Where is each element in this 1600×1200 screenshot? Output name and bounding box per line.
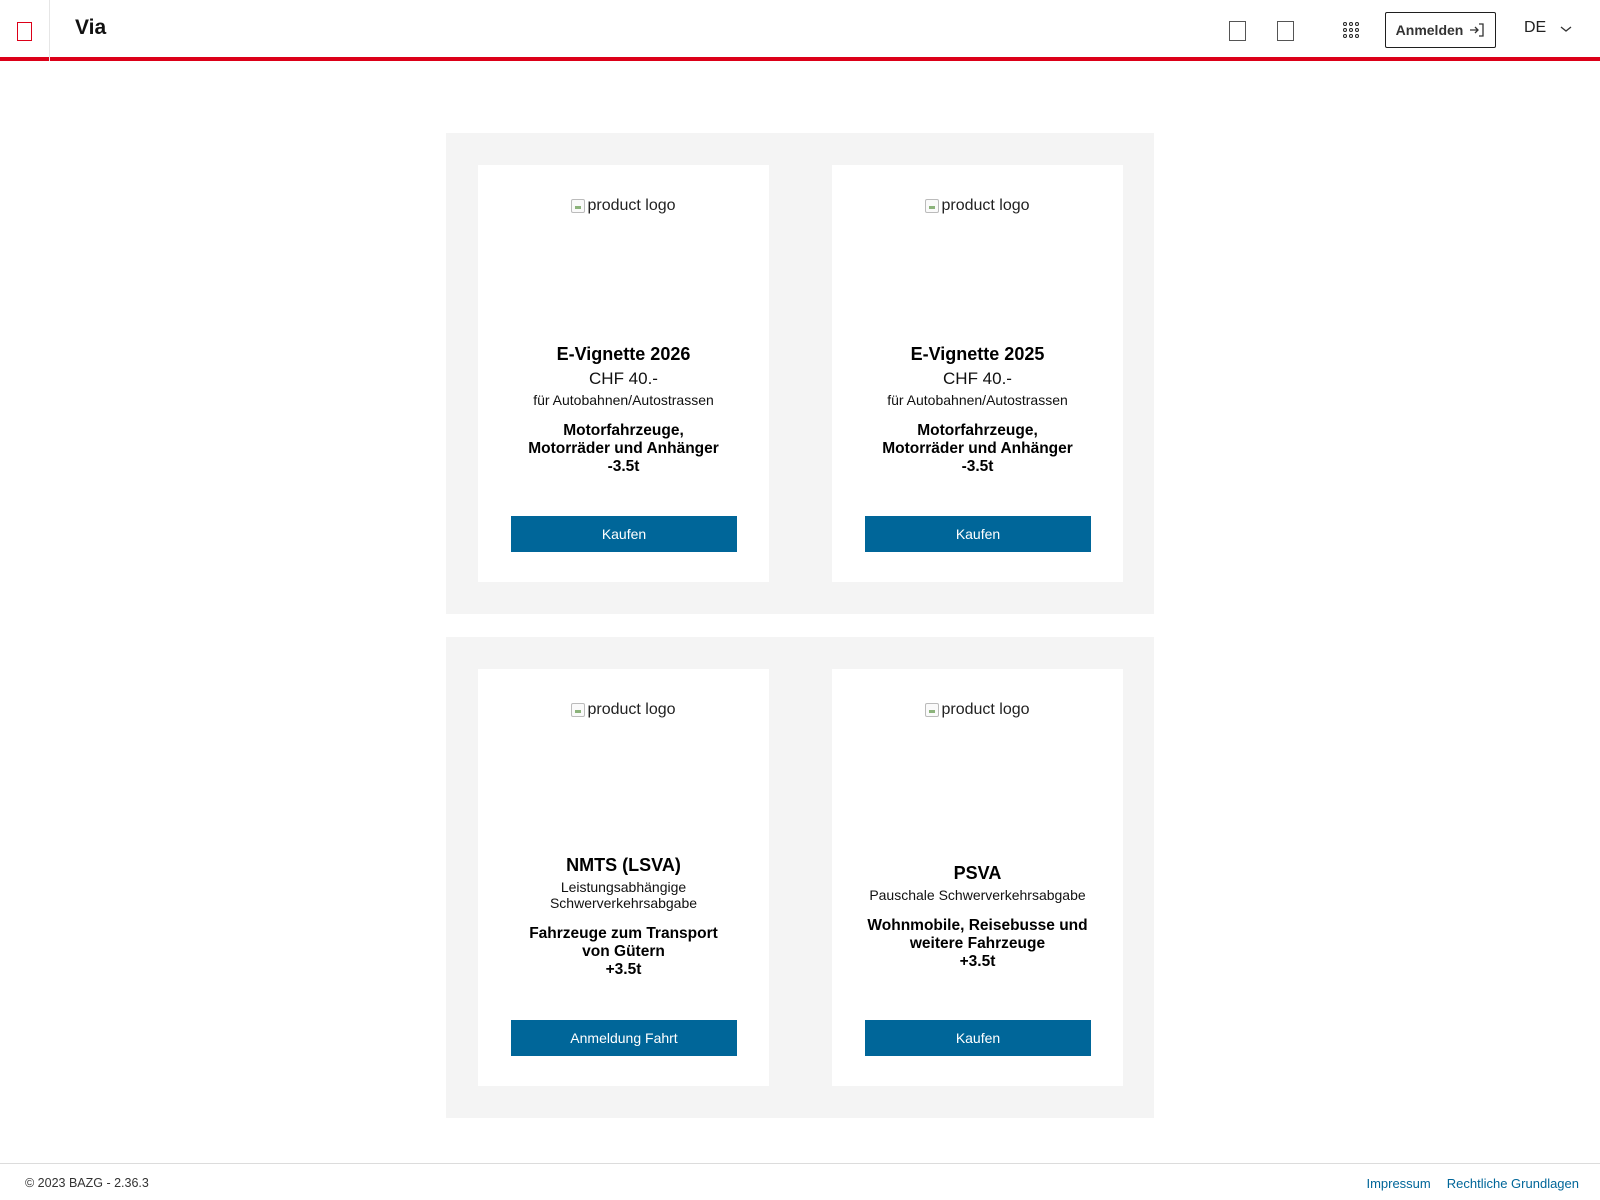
chevron-down-icon bbox=[1560, 20, 1572, 32]
product-card: product logo E-Vignette 2026 CHF 40.- fü… bbox=[478, 165, 769, 582]
login-label: Anmelden bbox=[1395, 22, 1464, 38]
product-title: E-Vignette 2026 bbox=[556, 344, 691, 364]
broken-image-icon bbox=[925, 703, 940, 717]
square-icon[interactable] bbox=[1229, 21, 1246, 41]
language-selector[interactable]: DE bbox=[1524, 19, 1572, 37]
product-vehicles: Fahrzeuge zum Transport von Gütern +3.5t bbox=[529, 925, 718, 978]
footer-links: Impressum Rechtliche Grundlagen bbox=[1366, 1176, 1579, 1191]
product-group-vignettes: product logo E-Vignette 2026 CHF 40.- fü… bbox=[446, 133, 1154, 614]
language-label: DE bbox=[1524, 19, 1547, 36]
product-subtitle: Pauschale Schwerverkehrsabgabe bbox=[869, 887, 1086, 903]
product-card: product logo NMTS (LSVA) Leistungsabhäng… bbox=[478, 669, 769, 1086]
broken-image-icon bbox=[925, 199, 940, 213]
product-subtitle: für Autobahnen/Autostrassen bbox=[533, 392, 714, 408]
product-group-heavy-vehicles: product logo NMTS (LSVA) Leistungsabhäng… bbox=[446, 637, 1154, 1118]
product-logo: product logo bbox=[832, 701, 1123, 719]
login-arrow-icon bbox=[1469, 23, 1485, 37]
buy-button[interactable]: Kaufen bbox=[511, 516, 737, 552]
brand-placeholder-icon bbox=[17, 22, 32, 41]
product-vehicles: Motorfahrzeuge, Motorräder und Anhänger … bbox=[528, 422, 719, 475]
product-subtitle: für Autobahnen/Autostrassen bbox=[887, 392, 1068, 408]
square-icon[interactable] bbox=[1277, 21, 1294, 41]
product-price: CHF 40.- bbox=[589, 369, 658, 388]
brand-logo-area[interactable] bbox=[0, 0, 50, 61]
app-title: Via bbox=[75, 16, 107, 39]
register-trip-button[interactable]: Anmeldung Fahrt bbox=[511, 1020, 737, 1056]
product-logo: product logo bbox=[478, 197, 769, 215]
impressum-link[interactable]: Impressum bbox=[1366, 1176, 1430, 1191]
broken-image-icon bbox=[571, 703, 586, 717]
broken-image-icon bbox=[571, 199, 586, 213]
login-button[interactable]: Anmelden bbox=[1385, 12, 1496, 48]
buy-button[interactable]: Kaufen bbox=[865, 516, 1091, 552]
product-price: CHF 40.- bbox=[943, 369, 1012, 388]
product-title: PSVA bbox=[953, 863, 1002, 883]
product-vehicles: Wohnmobile, Reisebusse und weitere Fahrz… bbox=[867, 917, 1088, 970]
product-logo: product logo bbox=[478, 701, 769, 719]
legal-basis-link[interactable]: Rechtliche Grundlagen bbox=[1447, 1176, 1579, 1191]
apps-grid-icon[interactable] bbox=[1343, 22, 1359, 38]
copyright-text: © 2023 BAZG - 2.36.3 bbox=[25, 1176, 149, 1190]
product-title: E-Vignette 2025 bbox=[910, 344, 1045, 364]
product-card: product logo PSVA Pauschale Schwerverkeh… bbox=[832, 669, 1123, 1086]
top-header: Via Anmelden DE bbox=[0, 0, 1600, 61]
product-logo: product logo bbox=[832, 197, 1123, 215]
product-vehicles: Motorfahrzeuge, Motorräder und Anhänger … bbox=[882, 422, 1073, 475]
page-footer: © 2023 BAZG - 2.36.3 Impressum Rechtlich… bbox=[0, 1163, 1600, 1200]
buy-button[interactable]: Kaufen bbox=[865, 1020, 1091, 1056]
product-title: NMTS (LSVA) bbox=[566, 855, 681, 875]
product-card: product logo E-Vignette 2025 CHF 40.- fü… bbox=[832, 165, 1123, 582]
product-subtitle: Leistungsabhängige Schwerverkehrsabgabe bbox=[549, 879, 698, 911]
